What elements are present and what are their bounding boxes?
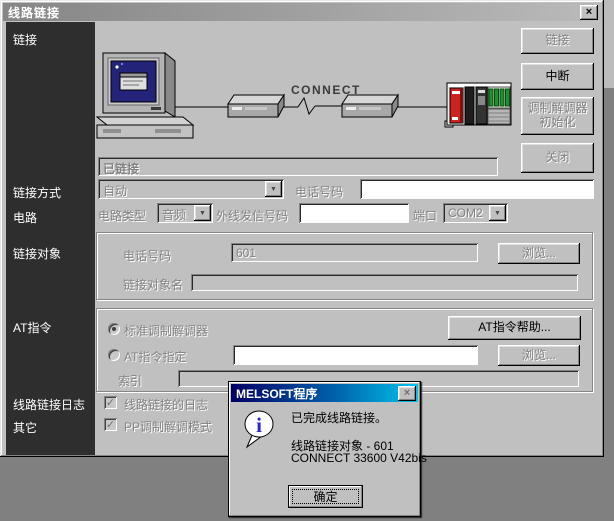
- at-specify-radio[interactable]: [108, 349, 120, 361]
- sidebar-label-link-target: 链接对象: [13, 245, 61, 262]
- connection-diagram: CONNECT: [95, 25, 525, 155]
- interrupt-button[interactable]: 中断: [521, 63, 594, 90]
- target-name-input[interactable]: [191, 274, 578, 291]
- index-label: 索引: [118, 372, 142, 389]
- dialog-titlebar: MELSOFT程序 ×: [231, 384, 418, 402]
- modem-icon: [228, 95, 284, 117]
- close-icon: ×: [404, 388, 410, 399]
- outside-line-label: 外线发信号码: [216, 207, 288, 224]
- circuit-type-value: 音频: [162, 206, 186, 223]
- line-link-log-checkbox[interactable]: ✓: [104, 396, 117, 409]
- dialog-title: MELSOFT程序: [233, 385, 398, 402]
- target-phone-label: 电话号码: [123, 247, 171, 264]
- chevron-down-icon[interactable]: ▼: [194, 205, 211, 221]
- melsoft-message-dialog: MELSOFT程序 × i 已完成线路链接。 线路链接对象 - 601 CONN…: [228, 381, 421, 517]
- phone-number-input[interactable]: [360, 179, 594, 199]
- link-mode-combobox[interactable]: 自动 ▼: [98, 179, 284, 199]
- port-value: COM2: [448, 206, 483, 220]
- standard-modem-label: 标准调制解调器: [124, 322, 208, 339]
- browse-at-button[interactable]: 浏览...: [498, 345, 580, 366]
- dialog-close-button[interactable]: ×: [398, 386, 416, 401]
- svg-text:i: i: [256, 413, 262, 437]
- check-icon: ✓: [106, 396, 115, 409]
- chevron-down-icon[interactable]: ▼: [489, 205, 506, 221]
- sidebar-label-link-log: 线路链接日志: [13, 396, 85, 413]
- desktop: 线路链接 × 链接 链接方式 电路 链接对象 AT指令 线路链接日志 其它: [0, 0, 614, 521]
- link-mode-value: 自动: [103, 182, 127, 199]
- sidebar-label-other: 其它: [13, 419, 37, 436]
- dialog-message-line3: CONNECT 33600 V42bis: [291, 451, 427, 465]
- target-phone-input[interactable]: 601: [231, 243, 478, 262]
- at-specify-input[interactable]: [233, 345, 478, 365]
- window-close-button[interactable]: ×: [580, 5, 598, 20]
- browse-target-button[interactable]: 浏览...: [498, 243, 580, 264]
- outside-line-input[interactable]: [299, 203, 409, 223]
- sidebar-label-link-method: 链接方式: [13, 184, 61, 201]
- at-command-group: 标准调制解调器 AT指令帮助... AT指令指定 浏览... 索引: [96, 308, 593, 392]
- at-specify-label: AT指令指定: [124, 348, 186, 365]
- radio-dot: [112, 327, 116, 331]
- link-target-group: 电话号码 601 浏览... 链接对象名: [96, 232, 593, 300]
- modem-init-button[interactable]: 调制解调器 初始化: [521, 97, 594, 135]
- phone-number-label: 电话号码: [295, 183, 343, 200]
- modem-icon: [342, 95, 398, 117]
- computer-icon: [97, 53, 193, 138]
- ok-button[interactable]: 确定: [288, 485, 363, 508]
- check-icon: ✓: [106, 418, 115, 431]
- close-button[interactable]: 关闭: [521, 143, 594, 173]
- link-status-field: 已链接: [98, 157, 498, 176]
- sidebar-label-circuit: 电路: [13, 209, 37, 226]
- info-icon: i: [242, 410, 278, 450]
- chevron-down-icon[interactable]: ▼: [265, 181, 282, 197]
- focus-rect: [292, 489, 359, 504]
- sidebar-label-link: 链接: [13, 31, 37, 48]
- window-titlebar: 线路链接 ×: [3, 3, 601, 21]
- window-title: 线路链接: [6, 4, 580, 21]
- sidebar-label-at-command: AT指令: [13, 319, 51, 336]
- connect-button[interactable]: 链接: [521, 28, 594, 54]
- dialog-message-line1: 已完成线路链接。: [291, 409, 387, 426]
- target-name-label: 链接对象名: [123, 276, 183, 293]
- circuit-type-label: 电路类型: [98, 207, 146, 224]
- close-icon: ×: [586, 7, 592, 18]
- pp-modem-mode-checkbox[interactable]: ✓: [104, 418, 117, 431]
- circuit-type-combobox[interactable]: 音频 ▼: [157, 203, 213, 223]
- plc-icon: [445, 83, 511, 127]
- standard-modem-radio[interactable]: [108, 323, 120, 335]
- phone-line-zigzag: [278, 98, 342, 114]
- at-command-help-button[interactable]: AT指令帮助...: [448, 316, 581, 340]
- sidebar: 链接 链接方式 电路 链接对象 AT指令 线路链接日志 其它: [6, 22, 95, 455]
- port-combobox[interactable]: COM2 ▼: [443, 203, 508, 223]
- line-link-log-label: 线路链接的日志: [124, 396, 208, 413]
- pp-modem-mode-label: PP调制解调模式: [124, 418, 212, 435]
- port-label: 端口: [413, 207, 437, 224]
